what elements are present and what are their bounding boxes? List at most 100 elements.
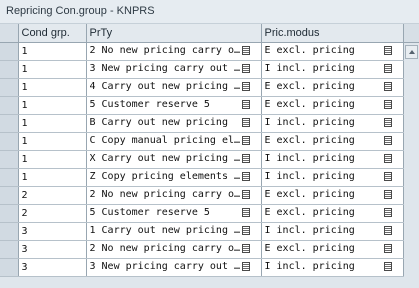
pric-modus-cell[interactable]: I incl. pricing (261, 258, 404, 277)
cond-grp-cell[interactable]: 2 (18, 204, 87, 223)
prty-cell[interactable]: 4 Carry out new pricing … (86, 78, 262, 97)
value-help-icon[interactable] (383, 100, 392, 110)
scrollbar-track[interactable] (403, 114, 419, 132)
row-selector[interactable] (0, 222, 19, 241)
prty-cell[interactable]: X Carry out new pricing … (86, 150, 262, 169)
prty-cell[interactable]: 5 Customer reserve 5 (86, 204, 262, 223)
value-help-icon[interactable] (383, 190, 392, 200)
prty-cell[interactable]: 2 No new pricing carry o… (86, 240, 262, 259)
table-row[interactable]: 1C Copy manual pricing el… E excl. pricin… (0, 132, 419, 151)
cond-grp-cell[interactable]: 1 (18, 150, 87, 169)
prty-cell[interactable]: 2 No new pricing carry o… (86, 186, 262, 205)
row-selector[interactable] (0, 258, 19, 277)
scrollbar-track[interactable] (403, 132, 419, 150)
value-help-icon[interactable] (383, 82, 392, 92)
value-help-icon[interactable] (241, 262, 250, 272)
value-help-icon[interactable] (241, 64, 250, 74)
table-row[interactable]: 1Z Copy pricing elements … I incl. pricin… (0, 168, 419, 187)
table-row[interactable]: 33 New pricing carry out … I incl. pricin… (0, 258, 419, 277)
cond-grp-cell[interactable]: 1 (18, 78, 87, 97)
table-row[interactable]: 12 No new pricing carry o… E excl. pricin… (0, 42, 419, 61)
value-help-icon[interactable] (383, 244, 392, 254)
pric-modus-cell[interactable]: E excl. pricing (261, 204, 404, 223)
pric-modus-cell[interactable]: I incl. pricing (261, 60, 404, 79)
table-row[interactable]: 13 New pricing carry out … I incl. pricin… (0, 60, 419, 79)
prty-cell[interactable]: 5 Customer reserve 5 (86, 96, 262, 115)
value-help-icon[interactable] (241, 172, 250, 182)
scrollbar-track[interactable] (403, 42, 419, 60)
scrollbar-track[interactable] (403, 258, 419, 276)
table-row[interactable]: 14 Carry out new pricing … E excl. pricin… (0, 78, 419, 97)
scrollbar-track[interactable] (403, 240, 419, 258)
value-help-icon[interactable] (383, 172, 392, 182)
row-selector[interactable] (0, 204, 19, 223)
row-selector[interactable] (0, 168, 19, 187)
pric-modus-cell[interactable]: I incl. pricing (261, 168, 404, 187)
value-help-icon[interactable] (241, 226, 250, 236)
cond-grp-cell[interactable]: 1 (18, 132, 87, 151)
value-help-icon[interactable] (383, 208, 392, 218)
pric-modus-cell[interactable]: I incl. pricing (261, 222, 404, 241)
value-help-icon[interactable] (383, 46, 392, 56)
table-row[interactable]: 32 No new pricing carry o… E excl. pricin… (0, 240, 419, 259)
cond-grp-cell[interactable]: 1 (18, 96, 87, 115)
pric-modus-cell[interactable]: E excl. pricing (261, 42, 404, 61)
value-help-icon[interactable] (241, 154, 250, 164)
cond-grp-cell[interactable]: 3 (18, 258, 87, 277)
value-help-icon[interactable] (241, 136, 250, 146)
row-selector[interactable] (0, 132, 19, 151)
column-header-prty[interactable]: PrTy (86, 24, 262, 43)
value-help-icon[interactable] (241, 82, 250, 92)
pric-modus-cell[interactable]: E excl. pricing (261, 240, 404, 259)
cond-grp-cell[interactable]: 1 (18, 168, 87, 187)
cond-grp-cell[interactable]: 1 (18, 42, 87, 61)
value-help-icon[interactable] (241, 190, 250, 200)
table-row[interactable]: 15 Customer reserve 5 E excl. pricing (0, 96, 419, 115)
value-help-icon[interactable] (241, 244, 250, 254)
cond-grp-cell[interactable]: 3 (18, 222, 87, 241)
prty-cell[interactable]: 2 No new pricing carry o… (86, 42, 262, 61)
prty-cell[interactable]: Z Copy pricing elements … (86, 168, 262, 187)
value-help-icon[interactable] (383, 118, 392, 128)
value-help-icon[interactable] (383, 262, 392, 272)
column-header-cond-grp[interactable]: Cond grp. (18, 24, 87, 43)
scrollbar-track[interactable] (403, 168, 419, 186)
value-help-icon[interactable] (241, 100, 250, 110)
prty-cell[interactable]: C Copy manual pricing el… (86, 132, 262, 151)
table-row[interactable]: 25 Customer reserve 5 E excl. pricing (0, 204, 419, 223)
prty-cell[interactable]: 3 New pricing carry out … (86, 258, 262, 277)
table-row[interactable]: 1X Carry out new pricing … I incl. pricin… (0, 150, 419, 169)
row-selector[interactable] (0, 240, 19, 259)
value-help-icon[interactable] (241, 208, 250, 218)
cond-grp-cell[interactable]: 2 (18, 186, 87, 205)
select-all-cell[interactable] (0, 24, 19, 43)
pric-modus-cell[interactable]: I incl. pricing (261, 150, 404, 169)
cond-grp-cell[interactable]: 1 (18, 60, 87, 79)
scrollbar-track[interactable] (403, 186, 419, 204)
pric-modus-cell[interactable]: E excl. pricing (261, 186, 404, 205)
prty-cell[interactable]: 3 New pricing carry out … (86, 60, 262, 79)
pric-modus-cell[interactable]: E excl. pricing (261, 96, 404, 115)
table-row[interactable]: 1B Carry out new pricing I incl. pricing (0, 114, 419, 133)
scrollbar-track[interactable] (403, 222, 419, 240)
table-row[interactable]: 22 No new pricing carry o… E excl. pricin… (0, 186, 419, 205)
row-selector[interactable] (0, 96, 19, 115)
value-help-icon[interactable] (383, 136, 392, 146)
prty-cell[interactable]: 1 Carry out new pricing … (86, 222, 262, 241)
value-help-icon[interactable] (383, 154, 392, 164)
value-help-icon[interactable] (383, 226, 392, 236)
row-selector[interactable] (0, 42, 19, 61)
prty-cell[interactable]: B Carry out new pricing (86, 114, 262, 133)
scrollbar-track[interactable] (403, 78, 419, 96)
value-help-icon[interactable] (383, 64, 392, 74)
scrollbar-track[interactable] (403, 96, 419, 114)
value-help-icon[interactable] (241, 118, 250, 128)
pric-modus-cell[interactable]: E excl. pricing (261, 78, 404, 97)
row-selector[interactable] (0, 186, 19, 205)
cond-grp-cell[interactable]: 3 (18, 240, 87, 259)
row-selector[interactable] (0, 114, 19, 133)
row-selector[interactable] (0, 150, 19, 169)
value-help-icon[interactable] (241, 46, 250, 56)
column-header-pric-modus[interactable]: Pric.modus (261, 24, 404, 43)
cond-grp-cell[interactable]: 1 (18, 114, 87, 133)
